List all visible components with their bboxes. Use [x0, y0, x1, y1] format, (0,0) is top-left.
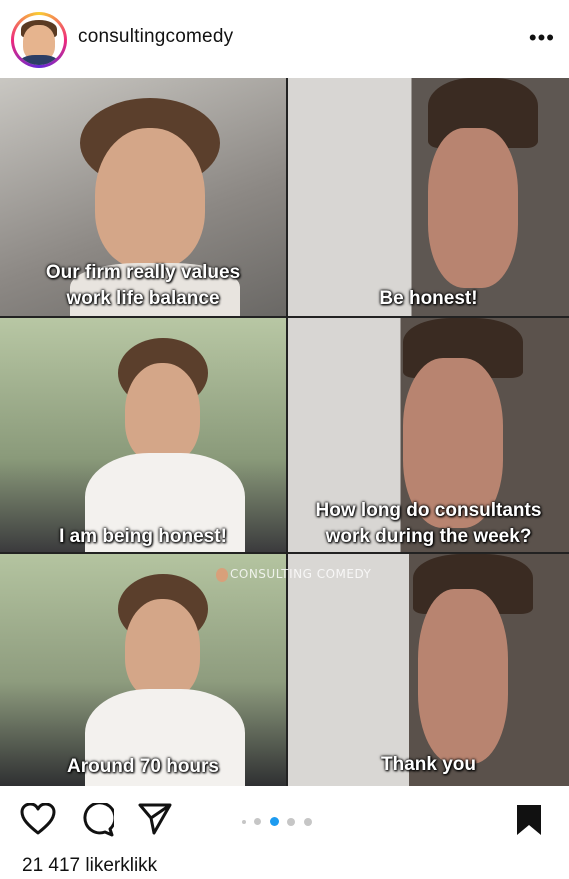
carousel-dot — [303, 817, 312, 826]
avatar[interactable] — [11, 12, 67, 68]
more-options-icon[interactable]: ••• — [529, 27, 555, 49]
panel-6: Thank you — [288, 554, 569, 786]
caption-line: Be honest! — [379, 288, 478, 309]
like-count[interactable]: 21 417 likerklikk — [22, 855, 157, 877]
heart-icon[interactable] — [20, 802, 56, 840]
panel-3: I am being honest! — [0, 318, 286, 552]
caption-line: Our firm really values — [45, 262, 241, 283]
watermark-avatar-icon — [216, 567, 228, 582]
comment-icon[interactable] — [80, 801, 117, 842]
carousel-indicator — [240, 813, 314, 831]
send-icon[interactable] — [138, 803, 172, 840]
caption-line: Thank you — [380, 754, 476, 775]
caption-line: work life balance — [66, 288, 220, 309]
watermark: CONSULTING COMEDY — [216, 567, 371, 582]
bookmark-icon[interactable] — [516, 804, 542, 841]
panel-2: Be honest! — [288, 78, 569, 316]
username[interactable]: consultingcomedy — [78, 26, 233, 48]
carousel-dot — [254, 818, 262, 826]
caption-line: work during the week? — [325, 526, 532, 547]
caption-line: I am being honest! — [59, 526, 227, 547]
carousel-dot-active — [269, 817, 279, 827]
post-header: consultingcomedy ••• — [0, 0, 569, 78]
panel-4: How long do consultants work during the … — [288, 318, 569, 552]
panel-5: Around 70 hours — [0, 554, 286, 786]
caption-line: How long do consultants — [315, 500, 542, 521]
caption-line: Around 70 hours — [66, 756, 219, 777]
carousel-dot — [287, 817, 296, 826]
cartoon-avatar-icon — [14, 15, 64, 65]
action-bar — [0, 786, 569, 846]
carousel-dot — [242, 819, 246, 824]
panel-1: Our firm really values work life balance — [0, 78, 286, 316]
post-image[interactable]: Our firm really values work life balance… — [0, 78, 569, 786]
